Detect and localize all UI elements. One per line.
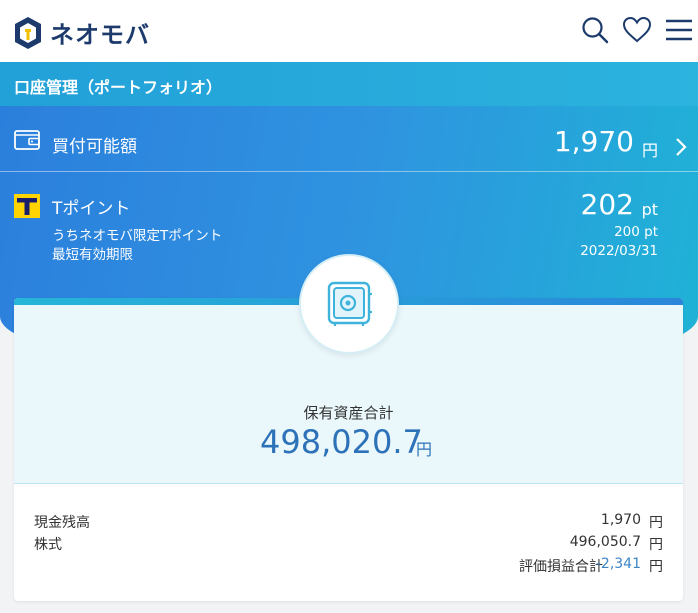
limited-tpoint-label: うちネオモバ限定Tポイント [52, 228, 223, 244]
cash-balance-value: 1,970 [600, 512, 641, 528]
wallet-icon [14, 130, 40, 150]
buying-power-unit: 円 [641, 141, 658, 160]
menu-icon[interactable] [664, 15, 694, 45]
brand-logo[interactable]: ネオモバ [14, 15, 150, 50]
heart-icon[interactable] [622, 15, 652, 45]
stocks-value: 496,050.7 [569, 534, 641, 550]
unrealized-pl-value: -2,341 [595, 556, 641, 572]
expiry-date: 2022/03/31 [580, 243, 658, 259]
expiry-label: 最短有効期限 [52, 247, 133, 263]
brand-name: ネオモバ [50, 21, 150, 49]
hero-divider [0, 171, 698, 172]
total-assets-value: 498,020.7 [260, 423, 423, 461]
chevron-right-icon[interactable] [674, 137, 688, 157]
tpoint-unit: pt [641, 200, 658, 219]
total-assets-label: 保有資産合計 [303, 404, 394, 422]
tpoint-value: 202 [580, 188, 634, 221]
unrealized-pl-label: 評価損益合計 [519, 559, 603, 575]
stocks-unit: 円 [649, 537, 663, 553]
app-header: ネオモバ [0, 0, 698, 62]
cash-balance-label: 現金残高 [34, 515, 90, 531]
stocks-label: 株式 [34, 537, 62, 553]
unrealized-pl-unit: 円 [649, 559, 663, 575]
tpoint-label: Tポイント [52, 199, 131, 219]
search-icon[interactable] [580, 15, 610, 45]
page-title-bar: 口座管理（ポートフォリオ） [0, 62, 698, 106]
total-assets-unit: 円 [416, 440, 433, 459]
safe-emblem [299, 254, 399, 354]
tpoint-logo-icon [14, 194, 40, 218]
safe-icon [327, 281, 372, 326]
neomoba-logo-icon [15, 16, 41, 49]
cash-balance-unit: 円 [649, 515, 663, 531]
limited-tpoint-value: 200 pt [614, 224, 658, 240]
buying-power-amount: 1,970 [553, 125, 634, 158]
page-title: 口座管理（ポートフォリオ） [14, 78, 223, 97]
buying-power-label: 買付可能額 [52, 137, 137, 157]
